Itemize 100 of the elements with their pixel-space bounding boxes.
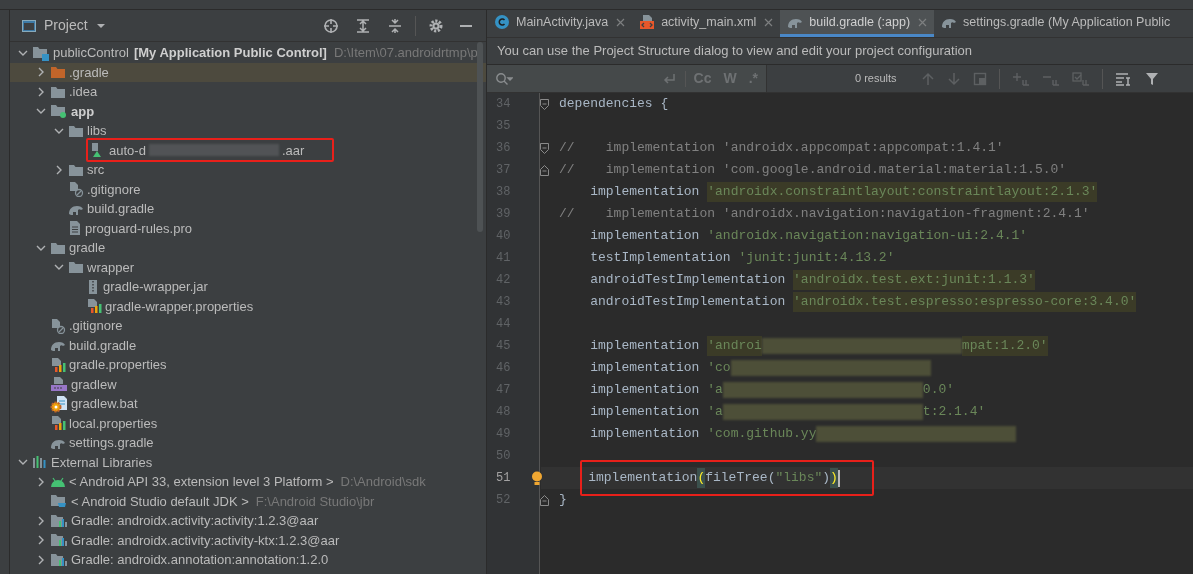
tree-item[interactable]: proguard-rules.pro — [85, 218, 192, 238]
code-text: androidTestImplementation — [589, 293, 787, 312]
line-number: 51 — [495, 470, 512, 487]
tree-item[interactable]: auto-d — [109, 140, 146, 160]
library-icon — [50, 552, 68, 567]
scrollbar[interactable] — [477, 42, 483, 232]
tree-item[interactable]: .gradle — [69, 62, 109, 82]
tree-item[interactable]: gradle-wrapper.jar — [103, 277, 208, 297]
tree-item[interactable]: .idea — [69, 82, 98, 102]
path-text: D:\Android\sdk — [340, 473, 426, 491]
tree-item[interactable]: build.gradle — [69, 335, 137, 355]
tree-item[interactable]: gradle — [69, 238, 106, 258]
tree-item[interactable]: gradlew — [71, 374, 117, 394]
selected-row[interactable]: .gradle — [10, 62, 486, 82]
close-icon[interactable] — [764, 17, 774, 27]
code-text: ) — [822, 469, 831, 488]
module-folder-icon — [32, 44, 50, 61]
settings-icon[interactable] — [428, 17, 444, 34]
code-text: } — [559, 491, 567, 510]
tree-item[interactable]: < Android Studio default JDK > — [71, 491, 249, 511]
tree-item[interactable]: settings.gradle — [69, 433, 154, 453]
code-text: implementation — [589, 337, 701, 356]
tree-item[interactable]: gradle.properties — [69, 355, 167, 375]
tree-item[interactable]: gradlew.bat — [71, 394, 138, 414]
fold-marker-icon[interactable] — [540, 164, 549, 176]
string-literal: 'a — [707, 403, 723, 422]
string-literal: 'a — [707, 381, 723, 400]
tree-item[interactable]: External Libraries — [51, 452, 153, 472]
tree-item[interactable]: wrapper — [87, 257, 134, 277]
editor-tab[interactable]: settings.gradle (My Application Public — [934, 10, 1178, 37]
tree-item[interactable]: Gradle: androidx.activity:activity:1.2.3@aar — [71, 511, 319, 531]
fold-marker-icon[interactable] — [540, 98, 549, 110]
script-file-icon — [50, 376, 68, 393]
string-literal: "libs" — [775, 469, 823, 488]
collapse-all-icon[interactable] — [387, 17, 403, 34]
close-icon[interactable] — [616, 17, 626, 27]
code-text: implementation — [589, 425, 701, 444]
folder-icon — [68, 162, 84, 177]
expand-all-icon[interactable] — [355, 17, 371, 34]
tree-item[interactable]: build.gradle — [87, 199, 155, 219]
module-name: [My Application Public Control] — [133, 44, 327, 62]
string-literal: 0.0' — [922, 381, 955, 400]
code-comment: // implementation 'com.google.android.material:material:1.5.0' — [559, 161, 1067, 180]
editor-tab[interactable]: MainActivity.java — [487, 10, 633, 37]
code-text: fileTree( — [705, 469, 776, 488]
chevron-right-icon[interactable] — [36, 476, 46, 487]
tab-label: activity_main.xml — [661, 13, 757, 31]
folder-icon — [50, 84, 66, 99]
results-count: 0 results — [855, 71, 897, 87]
matched-bracket: ( — [697, 468, 706, 488]
properties-file-icon — [50, 415, 66, 432]
tree-item[interactable]: src — [87, 160, 105, 180]
filter-options-icon[interactable] — [1114, 71, 1133, 86]
chevron-right-icon[interactable] — [36, 67, 46, 78]
tree-item[interactable]: .gitignore — [87, 179, 141, 199]
ignored-file-icon — [50, 317, 66, 334]
ignored-file-icon — [68, 181, 84, 198]
tree-item[interactable]: local.properties — [69, 413, 158, 433]
filter-icon[interactable] — [1144, 71, 1159, 86]
string-literal: 'androidx.constraintlayout:constraintlayout:2.1.3' — [707, 182, 1098, 202]
code-text: androidTestImplementation — [589, 271, 787, 290]
path-text: D:\Item\07.androidrtmp\p — [333, 44, 478, 62]
archive-file-icon — [86, 278, 100, 295]
xml-file-icon — [639, 14, 656, 30]
fold-marker-icon[interactable] — [540, 494, 549, 506]
tree-item[interactable]: libs — [87, 121, 107, 141]
class-icon — [494, 14, 510, 30]
chevron-right-icon[interactable] — [36, 535, 46, 546]
editor-tab[interactable]: build.gradle (:app) — [780, 10, 935, 37]
tree-item[interactable]: Gradle: androidx.activity:activity-ktx:1.2.3@aar — [71, 530, 340, 550]
locate-icon[interactable] — [323, 17, 339, 34]
chevron-right-icon[interactable] — [36, 86, 46, 97]
string-literal: 'androi — [707, 336, 762, 356]
tree-item[interactable]: Gradle: androidx.annotation:annotation:1.2.0 — [71, 550, 329, 570]
editor-tab[interactable]: activity_main.xml — [632, 10, 781, 37]
info-banner: You can use the Project Structure dialog to view and edit your project configuration — [487, 38, 1193, 65]
properties-file-icon — [86, 298, 102, 315]
panel-title[interactable]: Project — [44, 15, 88, 36]
libraries-icon — [32, 455, 48, 470]
tree-item-suffix: .aar — [281, 141, 305, 160]
dropdown-caret-icon[interactable] — [95, 22, 106, 29]
code-comment: // implementation 'androidx.navigation:navigation-fragment:2.4.1' — [559, 205, 1090, 224]
tree-item[interactable]: app — [71, 101, 95, 121]
tab-label: MainActivity.java — [516, 13, 609, 31]
lightbulb-icon[interactable] — [531, 470, 543, 486]
tree-item[interactable]: publicControl — [53, 43, 129, 63]
tree-item[interactable]: < Android API 33, extension level 3 Platform > — [69, 472, 334, 492]
folder-icon — [68, 260, 84, 275]
fold-marker-icon[interactable] — [540, 142, 549, 154]
jdk-folder-icon — [50, 493, 68, 510]
window-icon — [22, 19, 36, 32]
chevron-right-icon[interactable] — [54, 164, 64, 175]
chevron-right-icon[interactable] — [36, 515, 46, 526]
chevron-right-icon[interactable] — [36, 554, 46, 565]
tab-label: settings.gradle (My Application Public — [963, 13, 1171, 31]
tree-item[interactable]: gradle-wrapper.properties — [105, 296, 254, 316]
gear-file-icon — [50, 394, 68, 413]
library-icon — [50, 533, 68, 548]
tree-item[interactable]: .gitignore — [69, 316, 123, 336]
android-robot-icon — [50, 475, 66, 488]
